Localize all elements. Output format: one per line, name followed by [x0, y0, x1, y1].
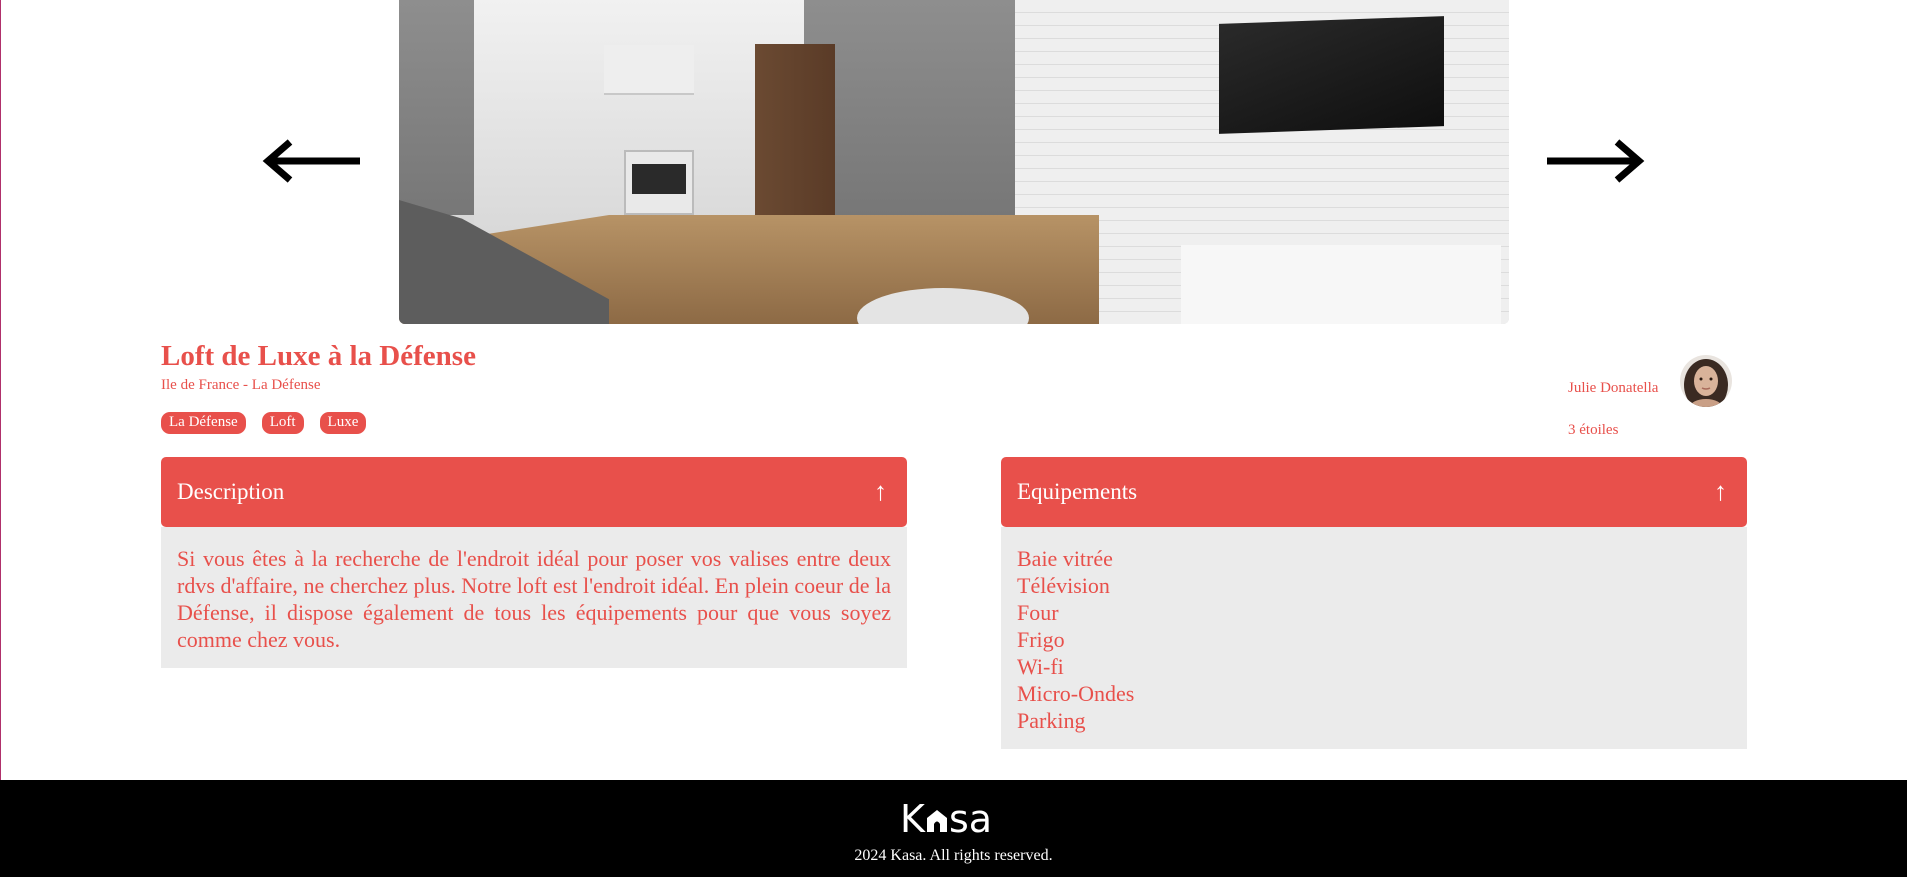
kasa-logo: K sa	[900, 798, 992, 838]
listing-title: Loft de Luxe à la Défense	[161, 340, 476, 372]
list-item: Four	[1017, 600, 1059, 625]
tag: Loft	[261, 412, 304, 434]
host-avatar	[1680, 355, 1732, 407]
listing-location: Ile de France - La Défense	[161, 377, 321, 393]
description-text: Si vous êtes à la recherche de l'endroit…	[177, 546, 891, 652]
footer-copyright: 2024 Kasa. All rights reserved.	[854, 847, 1053, 864]
image-carousel	[399, 0, 1509, 324]
arrow-up-icon[interactable]: ↑	[874, 477, 887, 507]
tag: Luxe	[319, 412, 367, 434]
carousel-next-button[interactable]	[1545, 138, 1645, 184]
list-item: Frigo	[1017, 627, 1065, 652]
list-item: Télévision	[1017, 573, 1110, 598]
arrow-right-icon	[1547, 139, 1645, 183]
carousel-prev-button[interactable]	[262, 138, 362, 184]
list-item: Baie vitrée	[1017, 546, 1113, 571]
footer: K sa 2024 Kasa. All rights reserved.	[0, 780, 1907, 877]
page-border	[0, 0, 1, 780]
equipements-collapse: Equipements ↑ Baie vitrée Télévision Fou…	[1001, 457, 1747, 749]
description-collapse-header[interactable]: Description ↑	[161, 457, 907, 527]
listing-photo	[399, 0, 1509, 324]
equipements-list: Baie vitrée Télévision Four Frigo Wi-fi …	[1017, 545, 1731, 734]
arrow-up-icon[interactable]: ↑	[1714, 477, 1727, 507]
equipements-title: Equipements	[1017, 479, 1138, 504]
tag-list: La Défense Loft Luxe	[161, 412, 367, 434]
svg-text:sa: sa	[949, 798, 992, 838]
equipements-collapse-header[interactable]: Equipements ↑	[1001, 457, 1747, 527]
description-title: Description	[177, 479, 285, 504]
arrow-left-icon	[262, 139, 360, 183]
host-name: Julie Donatella	[1568, 380, 1659, 396]
host-rating: 3 étoiles	[1568, 422, 1619, 438]
list-item: Micro-Ondes	[1017, 681, 1135, 706]
description-body: Si vous êtes à la recherche de l'endroit…	[161, 527, 907, 668]
description-collapse: Description ↑ Si vous êtes à la recherch…	[161, 457, 907, 668]
svg-text:K: K	[900, 798, 926, 838]
list-item: Wi-fi	[1017, 654, 1064, 679]
equipements-body: Baie vitrée Télévision Four Frigo Wi-fi …	[1001, 527, 1747, 749]
list-item: Parking	[1017, 708, 1086, 733]
tag: La Défense	[161, 412, 246, 434]
